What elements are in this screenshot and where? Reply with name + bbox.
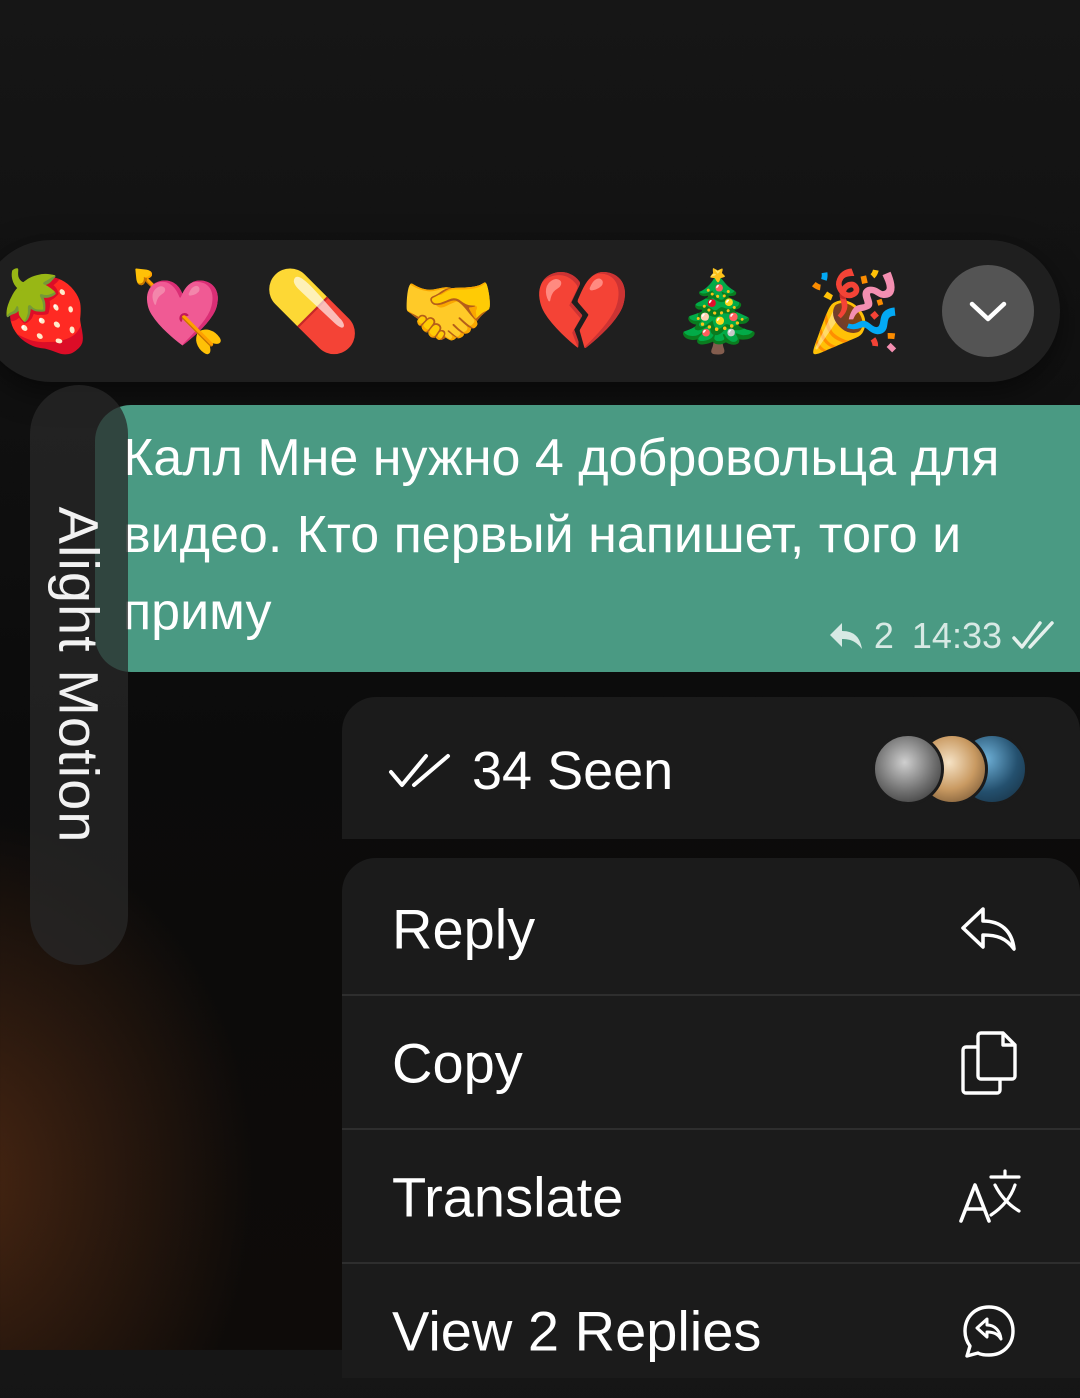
double-check-icon [389, 754, 450, 787]
avatar [872, 733, 944, 805]
menu-view-replies-label: View 2 Replies [392, 1299, 762, 1363]
watermark-text: Alight Motion [47, 506, 111, 844]
reaction-heart-with-arrow[interactable]: 💘 [128, 262, 228, 362]
expand-reactions-button[interactable] [942, 265, 1034, 357]
view-replies-icon [954, 1296, 1024, 1366]
menu-reply-label: Reply [392, 897, 536, 961]
menu-copy-label: Copy [392, 1031, 523, 1095]
menu-translate-label: Translate [392, 1165, 624, 1229]
reaction-handshake[interactable]: 🤝 [398, 262, 498, 362]
message-meta: 2 14:33 [828, 612, 1060, 660]
reply-count: 2 [873, 615, 894, 656]
chevron-down-icon [969, 301, 1007, 322]
reply-arrow-icon [829, 623, 862, 649]
seen-count: 34 Seen [472, 741, 674, 801]
reaction-party-popper[interactable]: 🎉 [804, 262, 904, 362]
reply-icon [954, 894, 1024, 964]
reaction-pill[interactable]: 💊 [262, 262, 362, 362]
copy-icon [954, 1028, 1024, 1098]
menu-view-replies[interactable]: View 2 Replies [342, 1264, 1080, 1398]
reaction-broken-heart[interactable]: 💔 [532, 262, 632, 362]
reaction-christmas-tree[interactable]: 🎄 [668, 262, 768, 362]
menu-translate[interactable]: Translate [342, 1130, 1080, 1264]
reaction-strawberry[interactable]: 🍓 [0, 262, 95, 362]
translate-icon [954, 1162, 1024, 1232]
message-time: 14:33 [911, 615, 1002, 656]
menu-copy[interactable]: Copy [342, 996, 1080, 1130]
menu-reply[interactable]: Reply [342, 862, 1080, 996]
double-check-icon [1012, 621, 1054, 649]
